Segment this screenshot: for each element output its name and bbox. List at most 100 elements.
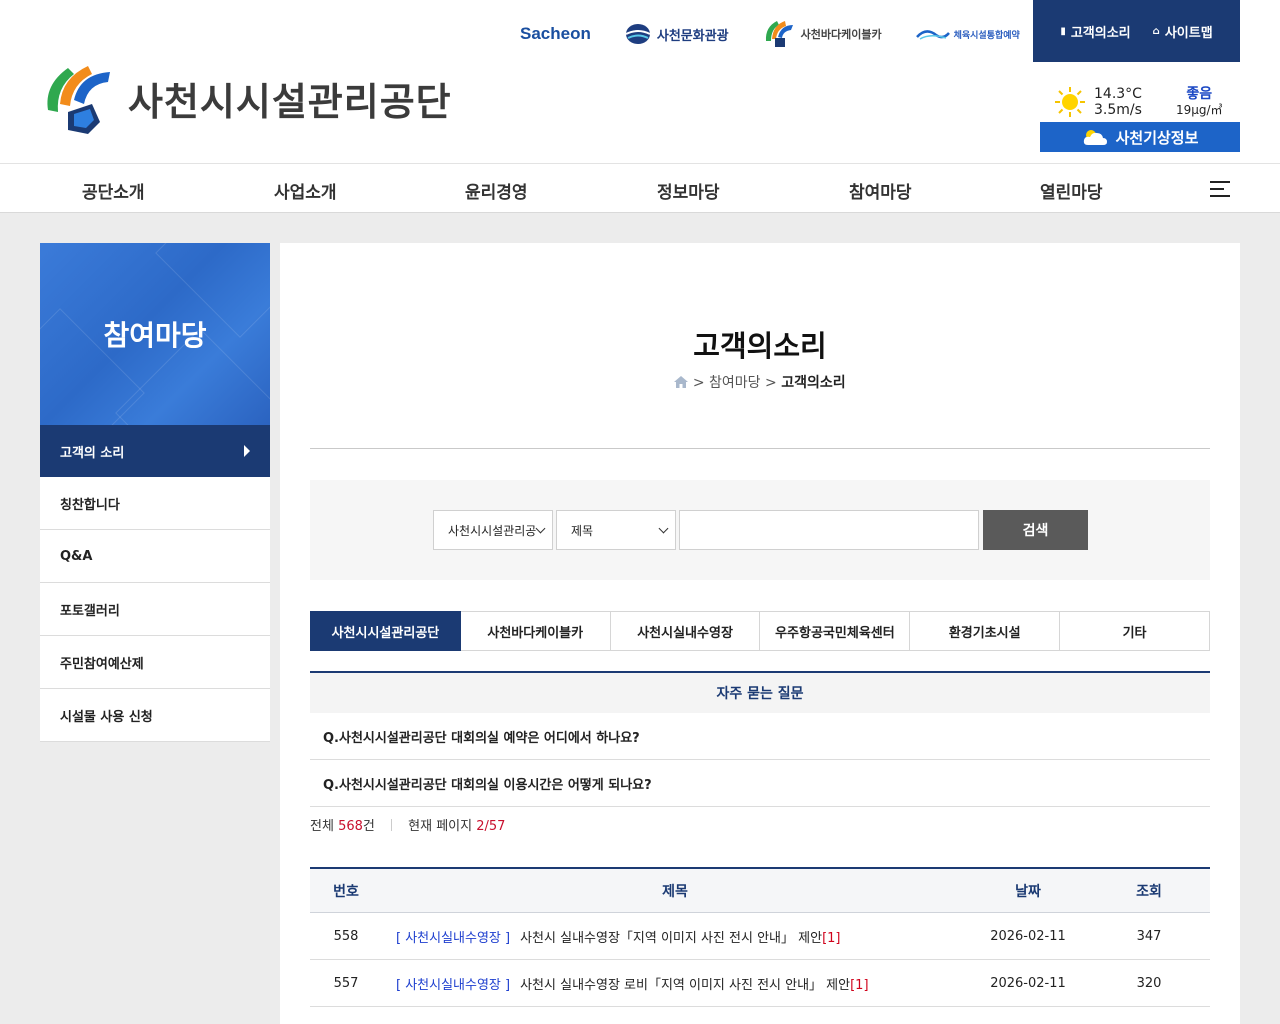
- wind-speed: 3.5m/s: [1094, 102, 1142, 118]
- row-date: 2026-02-11: [990, 928, 1066, 944]
- gnb-item-info[interactable]: 정보마당: [657, 178, 720, 203]
- row-views: 320: [1136, 975, 1162, 991]
- chevron-down-icon: [535, 523, 546, 534]
- col-date: 날짜: [1015, 883, 1041, 900]
- sitemap-link[interactable]: ⌂ 사이트맵: [1153, 22, 1213, 41]
- site-logo[interactable]: 사천시시설관리공단: [40, 60, 452, 136]
- side-item-budget[interactable]: 주민참여예산제: [40, 636, 270, 689]
- breadcrumb-current: 고객의소리: [781, 375, 846, 391]
- table-header: 번호 제목 날짜 조회: [310, 867, 1210, 913]
- facility-tabs: 사천시시설관리공단 사천바다케이블카 사천시실내수영장 우주항공국민체육센터 환…: [310, 611, 1210, 651]
- gnb-item-about[interactable]: 공단소개: [82, 178, 145, 203]
- breadcrumb-parent[interactable]: 참여마당: [709, 375, 761, 391]
- family-site-links: Sacheon 사천문화관광 사천바다케이블카 체육시설통합예약: [520, 14, 1020, 54]
- org-select[interactable]: 사천시시설관리공: [433, 510, 553, 550]
- search-box: 사천시시설관리공 제목 검색: [310, 480, 1210, 580]
- faq-section: 자주 묻는 질문 Q.사천시시설관리공단 대회의실 예약은 어디에서 하나요? …: [310, 671, 1210, 807]
- sacheon-city-link[interactable]: Sacheon: [520, 24, 591, 44]
- side-item-photo-gallery[interactable]: 포토갤러리: [40, 583, 270, 636]
- site-header: 사천시시설관리공단 Sacheon 사천문화관광 사천바다케이블카 체육시설통합…: [0, 0, 1280, 163]
- field-select-value: 제목: [571, 523, 594, 538]
- tab-aerospace-sports-center[interactable]: 우주항공국민체육센터: [760, 611, 911, 651]
- weather-widget: 14.3°C 3.5m/s 좋음 19μg/㎥ 사천기상정보: [1040, 84, 1240, 152]
- sports-reservation-link[interactable]: 체육시설통합예약: [915, 27, 1020, 41]
- gnb-item-open[interactable]: 열린마당: [1040, 178, 1103, 203]
- col-views: 조회: [1136, 883, 1162, 900]
- post-count: 전체 568건 현재 페이지 2/57: [310, 815, 505, 834]
- row-title[interactable]: 사천시 실내수영장 로비「지역 이미지 사진 전시 안내」 제안: [520, 978, 850, 993]
- row-title-cell[interactable]: [ 사천시실내수영장 ] 사천시 실내수영장「지역 이미지 사진 전시 안내」 제…: [382, 927, 968, 946]
- weather-info-button[interactable]: 사천기상정보: [1040, 122, 1240, 152]
- gnb-item-ethics[interactable]: 윤리경영: [465, 178, 528, 203]
- air-grade: 좋음: [1186, 86, 1213, 102]
- sacheon-culture-link[interactable]: 사천문화관광: [625, 23, 729, 45]
- home-icon: ⌂: [1152, 25, 1160, 37]
- sacheon-city-label: Sacheon: [520, 24, 591, 43]
- gnb-item-business[interactable]: 사업소개: [274, 178, 337, 203]
- tab-swimming-pool[interactable]: 사천시실내수영장: [610, 611, 761, 651]
- table-row[interactable]: 558 [ 사천시실내수영장 ] 사천시 실내수영장「지역 이미지 사진 전시 안…: [310, 913, 1210, 960]
- cablecar-label: 사천바다케이블카: [800, 28, 882, 41]
- row-no: 557: [333, 975, 359, 991]
- side-item-customer-voice[interactable]: 고객의 소리: [40, 425, 270, 477]
- side-item-praise[interactable]: 칭찬합니다: [40, 477, 270, 530]
- faq-item[interactable]: Q.사천시시설관리공단 대회의실 예약은 어디에서 하나요?: [310, 713, 1210, 760]
- side-item-label: 포토갤러리: [60, 603, 120, 619]
- document-icon: ▮: [1060, 25, 1066, 37]
- main-navigation: 공단소개 사업소개 윤리경영 정보마당 참여마당 열린마당: [0, 163, 1280, 213]
- side-title: 참여마당: [103, 319, 207, 352]
- row-title[interactable]: 사천시 실내수영장「지역 이미지 사진 전시 안내」 제안: [520, 931, 822, 946]
- side-item-facility-request[interactable]: 시설물 사용 신청: [40, 689, 270, 742]
- total-unit: 건: [362, 819, 375, 834]
- row-no: 558: [333, 928, 359, 944]
- tab-environment[interactable]: 환경기초시설: [910, 611, 1061, 651]
- customer-voice-link[interactable]: ▮ 고객의소리: [1060, 22, 1130, 41]
- logo-emblem-icon: [47, 66, 110, 134]
- side-item-qna[interactable]: Q&A: [40, 530, 270, 583]
- home-icon[interactable]: [674, 376, 689, 388]
- side-item-label: 고객의 소리: [60, 445, 125, 461]
- faq-item[interactable]: Q.사천시시설관리공단 대회의실 이용시간은 어떻게 되나요?: [310, 760, 1210, 807]
- menu-hamburger-icon[interactable]: [1210, 181, 1230, 199]
- culture-globe-icon: [625, 24, 651, 44]
- tab-cablecar[interactable]: 사천바다케이블카: [460, 611, 611, 651]
- tab-corporation[interactable]: 사천시시설관리공단: [310, 611, 461, 651]
- side-item-label: Q&A: [60, 548, 93, 564]
- culture-label: 사천문화관광: [656, 28, 729, 44]
- row-comment-count: [1]: [850, 977, 869, 993]
- row-comment-count: [1]: [822, 930, 841, 946]
- faq-title: 자주 묻는 질문: [310, 671, 1210, 713]
- breadcrumb: > 참여마당 > 고객의소리: [280, 372, 1240, 392]
- table-row[interactable]: 557 [ 사천시실내수영장 ] 사천시 실내수영장 로비「지역 이미지 사진 전…: [310, 960, 1210, 1007]
- weather-info-label: 사천기상정보: [1115, 128, 1199, 147]
- current-page: 2/57: [476, 819, 506, 834]
- row-category: [ 사천시실내수영장 ]: [396, 930, 511, 946]
- side-title-box: 참여마당: [40, 243, 270, 425]
- side-item-label: 주민참여예산제: [60, 656, 144, 672]
- top-utility-box: ▮ 고객의소리 ⌂ 사이트맵: [1033, 0, 1240, 62]
- customer-voice-label: 고객의소리: [1070, 25, 1131, 41]
- title-divider: [310, 448, 1210, 449]
- sitemap-label: 사이트맵: [1164, 25, 1213, 41]
- total-label: 전체: [310, 819, 334, 834]
- search-button[interactable]: 검색: [983, 510, 1088, 550]
- page-title: 고객의소리: [693, 329, 827, 363]
- row-title-cell[interactable]: [ 사천시실내수영장 ] 사천시 실내수영장 로비「지역 이미지 사진 전시 안내…: [382, 974, 968, 993]
- row-views: 347: [1136, 928, 1162, 944]
- total-count: 568: [338, 819, 363, 834]
- side-item-label: 시설물 사용 신청: [60, 709, 153, 725]
- breadcrumb-sep: >: [692, 375, 705, 391]
- cloud-icon: [1083, 130, 1107, 145]
- org-name: 사천시시설관리공단: [128, 79, 452, 124]
- search-input[interactable]: [679, 510, 979, 550]
- caret-right-icon: [244, 445, 250, 457]
- page-label: 현재 페이지: [408, 819, 473, 834]
- temperature: 14.3°C: [1094, 86, 1142, 102]
- cablecar-link[interactable]: 사천바다케이블카: [763, 19, 882, 49]
- wave-logo-icon: [915, 30, 950, 40]
- gnb-item-participation[interactable]: 참여마당: [849, 178, 912, 203]
- sun-icon: [1055, 87, 1085, 117]
- tab-etc[interactable]: 기타: [1060, 611, 1210, 651]
- sports-reservation-label: 체육시설통합예약: [953, 30, 1020, 41]
- field-select[interactable]: 제목: [556, 510, 676, 550]
